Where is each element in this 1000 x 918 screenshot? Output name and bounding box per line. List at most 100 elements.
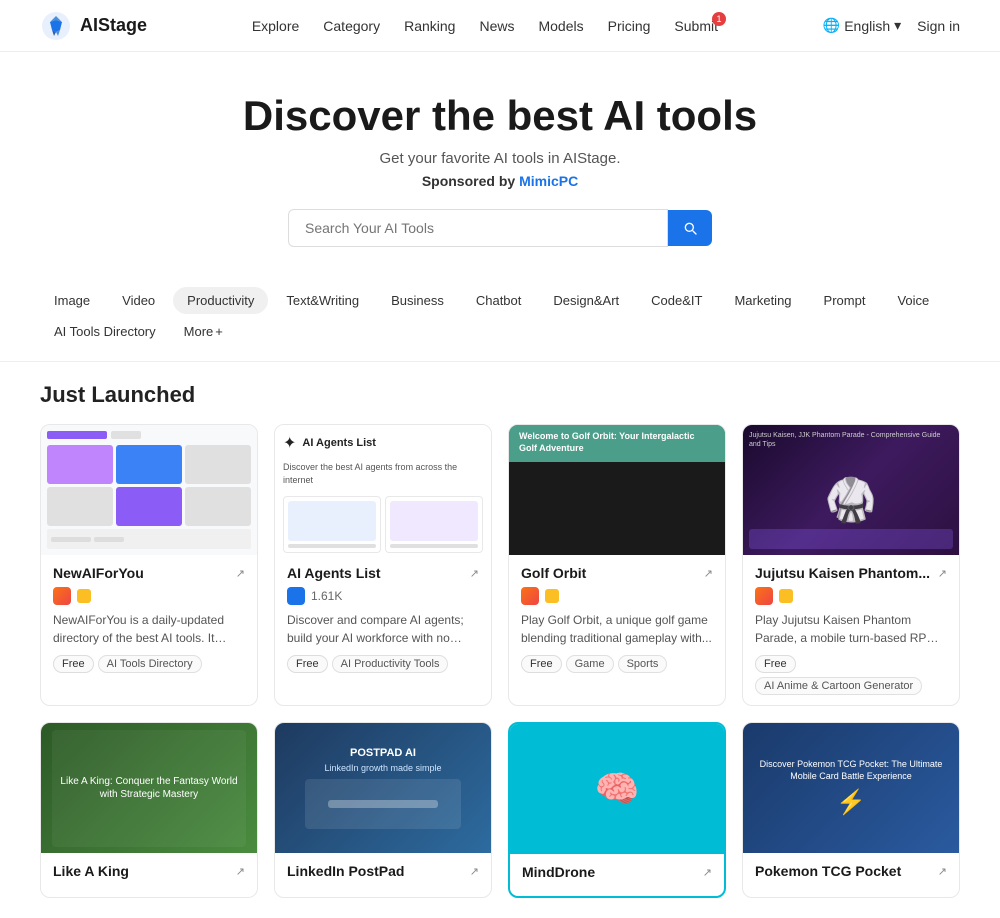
card-golf-orbit[interactable]: Welcome to Golf Orbit: Your Intergalacti… <box>508 424 726 706</box>
card-tags-3: Free Game Sports <box>521 655 713 673</box>
search-button[interactable] <box>668 210 712 246</box>
external-link-2[interactable]: ↗ <box>470 567 479 580</box>
cat-marketing[interactable]: Marketing <box>720 287 805 314</box>
nav-pricing[interactable]: Pricing <box>608 18 651 34</box>
card-pokemon-tcg[interactable]: Discover Pokemon TCG Pocket: The Ultimat… <box>742 722 960 898</box>
nav-ranking[interactable]: Ranking <box>404 18 455 34</box>
tag-sports-3[interactable]: Sports <box>618 655 668 673</box>
card-icon-4b <box>779 589 793 603</box>
card-thumb-8: Discover Pokemon TCG Pocket: The Ultimat… <box>743 723 959 853</box>
external-link-5[interactable]: ↗ <box>236 865 245 878</box>
card-name-6: LinkedIn PostPad <box>287 863 404 879</box>
card-body-5: Like A King ↗ <box>41 853 257 895</box>
hero-title: Discover the best AI tools <box>20 92 980 140</box>
search-icon <box>682 220 698 236</box>
cat-ai-tools-directory[interactable]: AI Tools Directory <box>40 318 170 345</box>
tag-free-1[interactable]: Free <box>53 655 94 673</box>
hero-sponsored: Sponsored by MimicPC <box>20 173 980 189</box>
cat-voice[interactable]: Voice <box>883 287 943 314</box>
card-name-5: Like A King <box>53 863 129 879</box>
card-thumb-7: 🧠 <box>510 724 724 854</box>
nav-news[interactable]: News <box>479 18 514 34</box>
sponsor-link[interactable]: MimicPC <box>519 173 578 189</box>
card-body-6: LinkedIn PostPad ↗ <box>275 853 491 895</box>
main-nav: Explore Category Ranking News Models Pri… <box>252 18 718 34</box>
card-name-3: Golf Orbit <box>521 565 586 581</box>
card-thumb-6: POSTPAD AI LinkedIn growth made simple <box>275 723 491 853</box>
tag-anime-4[interactable]: AI Anime & Cartoon Generator <box>755 677 922 695</box>
external-link-4[interactable]: ↗ <box>938 567 947 580</box>
cat-chatbot[interactable]: Chatbot <box>462 287 536 314</box>
cat-designart[interactable]: Design&Art <box>539 287 633 314</box>
nav-submit[interactable]: Submit 1 <box>674 18 718 34</box>
external-link-1[interactable]: ↗ <box>236 567 245 580</box>
external-link-6[interactable]: ↗ <box>470 865 479 878</box>
card-icon-2 <box>287 587 305 605</box>
logo[interactable]: AIStage <box>40 10 147 42</box>
card-desc-1: NewAIForYou is a daily-updated directory… <box>53 611 245 647</box>
globe-icon: 🌐 <box>823 17 840 34</box>
card-body-1: NewAIForYou ↗ NewAIForYou is a daily-upd… <box>41 555 257 683</box>
card-body-3: Golf Orbit ↗ Play Golf Orbit, a unique g… <box>509 555 725 683</box>
card-minddrone[interactable]: 🧠 MindDrone ↗ <box>508 722 726 898</box>
language-label: English <box>844 18 890 34</box>
tag-free-2[interactable]: Free <box>287 655 328 673</box>
plus-icon: + <box>215 324 223 339</box>
card-thumb-5: Like A King: Conquer the Fantasy World w… <box>41 723 257 853</box>
header-right: 🌐 English ▾ Sign in <box>823 17 960 34</box>
tag-game-3[interactable]: Game <box>566 655 614 673</box>
signin-button[interactable]: Sign in <box>917 18 960 34</box>
cat-business[interactable]: Business <box>377 287 458 314</box>
search-bar <box>20 209 980 247</box>
cat-productivity[interactable]: Productivity <box>173 287 268 314</box>
card-desc-2: Discover and compare AI agents; build yo… <box>287 611 479 647</box>
tag-productivity-2[interactable]: AI Productivity Tools <box>332 655 449 673</box>
cat-textwriting[interactable]: Text&Writing <box>272 287 373 314</box>
tag-free-4[interactable]: Free <box>755 655 796 673</box>
card-tags-4: Free AI Anime & Cartoon Generator <box>755 655 947 695</box>
card-linkedin-postpad[interactable]: POSTPAD AI LinkedIn growth made simple L… <box>274 722 492 898</box>
card-thumb-2: ✦ AI Agents List Discover the best AI ag… <box>275 425 491 555</box>
card-count-2: 1.61K <box>311 589 342 603</box>
external-link-3[interactable]: ↗ <box>704 567 713 580</box>
cards-grid-row1: NewAIForYou ↗ NewAIForYou is a daily-upd… <box>40 424 960 706</box>
card-ai-agents-list[interactable]: ✦ AI Agents List Discover the best AI ag… <box>274 424 492 706</box>
search-input[interactable] <box>288 209 668 247</box>
hero-section: Discover the best AI tools Get your favo… <box>0 52 1000 271</box>
card-meta-4 <box>755 587 947 605</box>
logo-text: AIStage <box>80 15 147 36</box>
card-desc-3: Play Golf Orbit, a unique golf game blen… <box>521 611 713 647</box>
cat-prompt[interactable]: Prompt <box>810 287 880 314</box>
nav-models[interactable]: Models <box>538 18 583 34</box>
nav-category[interactable]: Category <box>323 18 380 34</box>
cat-video[interactable]: Video <box>108 287 169 314</box>
card-thumb-1 <box>41 425 257 555</box>
card-meta-2: 1.61K <box>287 587 479 605</box>
nav-explore[interactable]: Explore <box>252 18 299 34</box>
card-tags-2: Free AI Productivity Tools <box>287 655 479 673</box>
card-icon-4 <box>755 587 773 605</box>
logo-icon <box>40 10 72 42</box>
card-name-7: MindDrone <box>522 864 595 880</box>
card-body-4: Jujutsu Kaisen Phantom... ↗ Play Jujutsu… <box>743 555 959 705</box>
external-link-7[interactable]: ↗ <box>703 866 712 879</box>
tag-dir-1[interactable]: AI Tools Directory <box>98 655 202 673</box>
card-like-a-king[interactable]: Like A King: Conquer the Fantasy World w… <box>40 722 258 898</box>
just-launched-section: Just Launched <box>0 362 1000 918</box>
tag-free-3[interactable]: Free <box>521 655 562 673</box>
cat-image[interactable]: Image <box>40 287 104 314</box>
card-thumb-3: Welcome to Golf Orbit: Your Intergalacti… <box>509 425 725 555</box>
card-desc-4: Play Jujutsu Kaisen Phantom Parade, a mo… <box>755 611 947 647</box>
card-name-4: Jujutsu Kaisen Phantom... <box>755 565 930 581</box>
cat-codeit[interactable]: Code&IT <box>637 287 716 314</box>
external-link-8[interactable]: ↗ <box>938 865 947 878</box>
language-selector[interactable]: 🌐 English ▾ <box>823 17 901 34</box>
card-body-2: AI Agents List ↗ 1.61K Discover and comp… <box>275 555 491 683</box>
card-icon-3 <box>521 587 539 605</box>
card-jujutsu[interactable]: Jujutsu Kaisen, JJK Phantom Parade - Com… <box>742 424 960 706</box>
submit-badge: 1 <box>712 12 726 26</box>
more-button[interactable]: More + <box>174 318 233 345</box>
section-title: Just Launched <box>40 382 960 408</box>
card-newaiforyou[interactable]: NewAIForYou ↗ NewAIForYou is a daily-upd… <box>40 424 258 706</box>
card-body-7: MindDrone ↗ <box>510 854 724 896</box>
